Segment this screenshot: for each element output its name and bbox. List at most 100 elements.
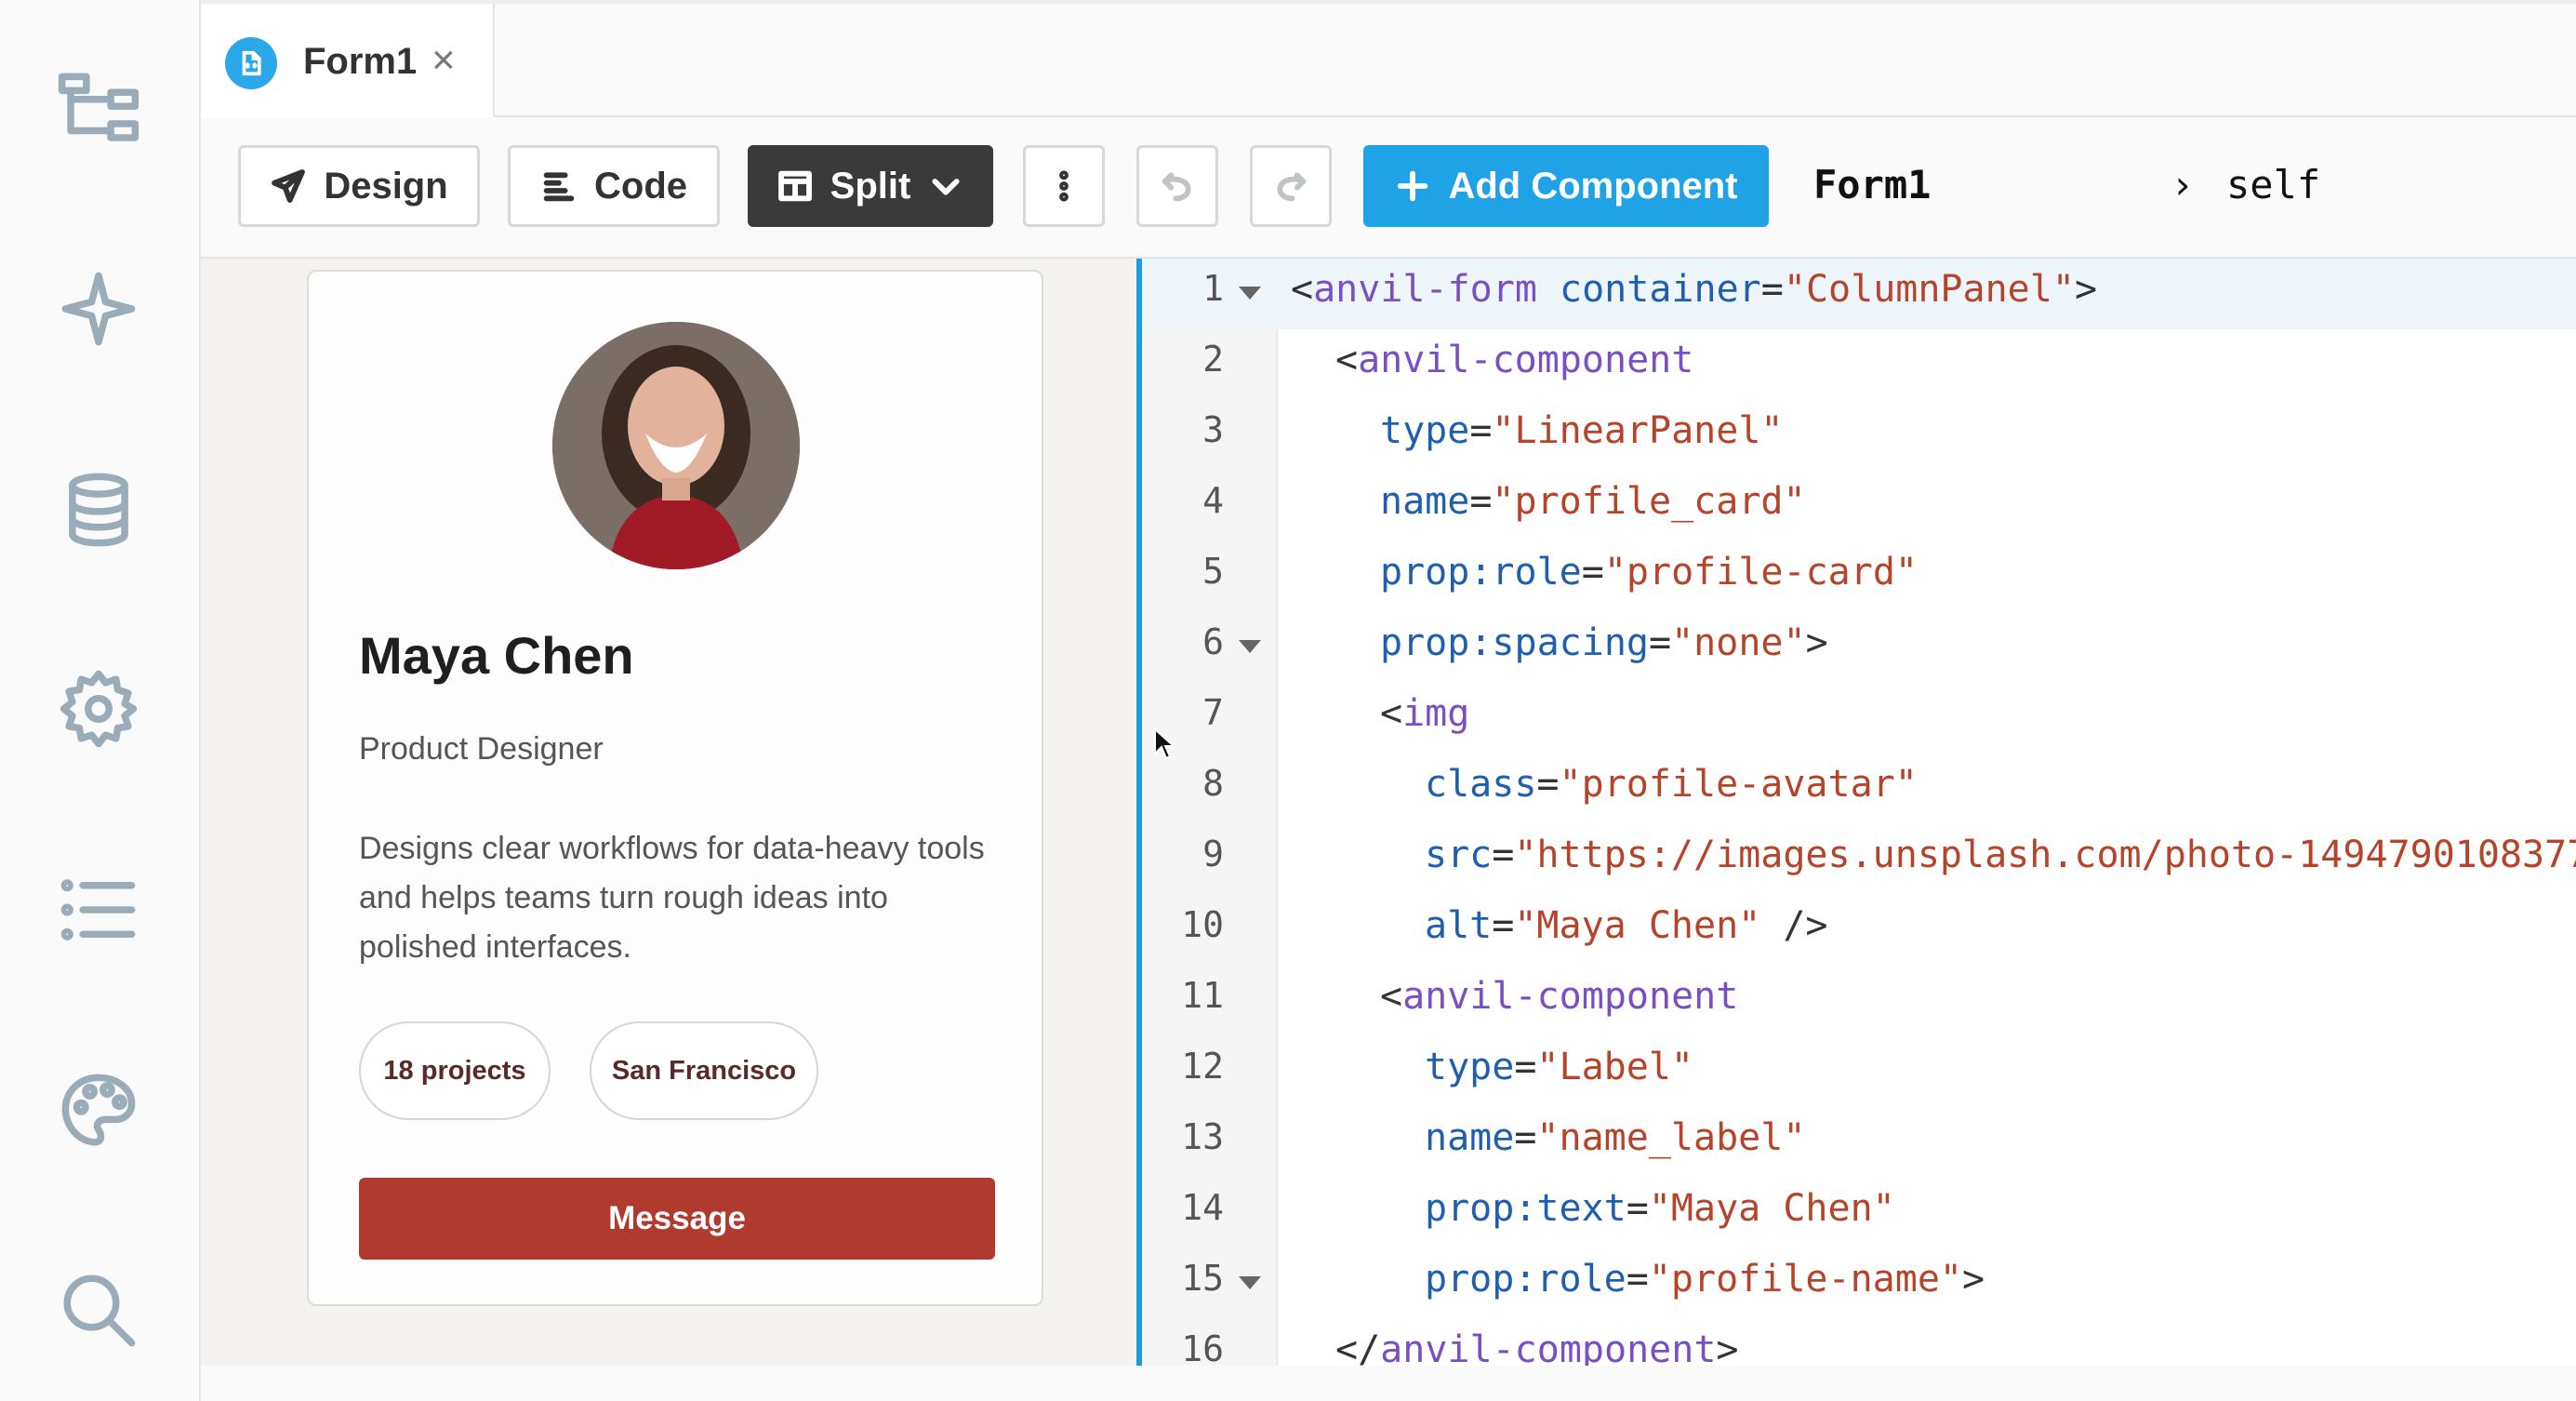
code-text: </anvil-component> xyxy=(1335,1328,1739,1366)
code-text: prop:role="profile-name"> xyxy=(1425,1258,1985,1301)
code-text: <anvil-form container="ColumnPanel"> xyxy=(1291,268,2097,311)
code-token: = xyxy=(1514,1046,1537,1088)
code-line[interactable]: 9 src="https://images.unsplash.com/photo-… xyxy=(1142,824,2576,895)
profile-avatar[interactable] xyxy=(552,322,800,569)
add-component-button[interactable]: Add Component xyxy=(1363,145,1769,227)
code-line[interactable]: 8 class="profile-avatar" xyxy=(1142,754,2576,824)
profile-card[interactable]: Maya Chen Product Designer Designs clear… xyxy=(307,270,1043,1306)
line-number: 8 xyxy=(1202,763,1224,804)
code-line[interactable]: 14 prop:text="Maya Chen" xyxy=(1142,1178,2576,1248)
line-number: 14 xyxy=(1181,1187,1224,1228)
code-token: name xyxy=(1425,1116,1515,1159)
redo-icon xyxy=(1277,172,1307,202)
code-text: type="LinearPanel" xyxy=(1380,409,1784,452)
code-editor[interactable]: 1 <anvil-form container="ColumnPanel"> 2 <a… xyxy=(1142,259,2576,1366)
code-token: < xyxy=(1291,268,1314,311)
breadcrumb-self[interactable]: self xyxy=(2226,162,2320,207)
breadcrumb-form[interactable]: Form1 xyxy=(1813,162,1931,207)
code-token: </ xyxy=(1335,1328,1381,1366)
fold-toggle-icon[interactable] xyxy=(1239,640,1261,653)
line-number: 10 xyxy=(1181,904,1224,945)
code-token: < xyxy=(1380,975,1403,1018)
code-token: prop:role xyxy=(1425,1258,1627,1301)
theme-palette-icon[interactable] xyxy=(54,1066,143,1155)
code-token: name xyxy=(1380,480,1470,523)
code-line[interactable]: 2 <anvil-component xyxy=(1142,329,2576,400)
outline-list-icon[interactable] xyxy=(54,865,143,954)
line-number: 13 xyxy=(1181,1116,1224,1157)
projects-pill[interactable]: 18 projects xyxy=(359,1021,551,1120)
fold-toggle-icon[interactable] xyxy=(1239,1276,1261,1289)
code-line[interactable]: 15 prop:role="profile-name"> xyxy=(1142,1248,2576,1319)
code-text: name="profile_card" xyxy=(1380,480,1806,523)
profile-bio: Designs clear workflows for data-heavy t… xyxy=(359,831,985,965)
code-token: = xyxy=(1626,1258,1649,1301)
code-text: <anvil-component xyxy=(1380,975,1738,1018)
settings-gear-icon[interactable] xyxy=(54,664,143,754)
line-number: 12 xyxy=(1181,1046,1224,1087)
code-line[interactable]: 4 name="profile_card" xyxy=(1142,471,2576,541)
code-token: anvil-form xyxy=(1313,268,1537,311)
app-browser-icon[interactable] xyxy=(54,65,143,154)
text-lines-icon xyxy=(543,172,575,202)
code-line[interactable]: 7 <img xyxy=(1142,683,2576,754)
fold-toggle-icon[interactable] xyxy=(1239,287,1261,300)
code-line[interactable]: 3 type="LinearPanel" xyxy=(1142,400,2576,471)
data-tables-icon[interactable] xyxy=(54,465,143,554)
code-token: "profile-avatar" xyxy=(1559,763,1918,806)
code-line[interactable]: 12 type="Label" xyxy=(1142,1036,2576,1107)
code-token: > xyxy=(2074,268,2098,311)
code-token: = xyxy=(1469,480,1493,523)
design-view-button[interactable]: Design xyxy=(238,145,480,227)
code-token: > xyxy=(1962,1258,1985,1301)
paper-plane-icon xyxy=(272,169,306,203)
ai-sparkle-icon[interactable] xyxy=(54,264,143,354)
redo-button[interactable] xyxy=(1250,145,1332,227)
code-line[interactable]: 11 <anvil-component xyxy=(1142,966,2576,1036)
code-line[interactable]: 1 <anvil-form container="ColumnPanel"> xyxy=(1142,259,2576,329)
profile-name: Maya Chen xyxy=(359,626,634,685)
code-token: = xyxy=(1626,1187,1649,1230)
undo-button[interactable] xyxy=(1136,145,1218,227)
line-number: 15 xyxy=(1181,1258,1224,1299)
message-button[interactable]: Message xyxy=(359,1178,995,1260)
code-token: > xyxy=(1805,621,1828,664)
editor-toolbar: Design Code Split Add Component Form1 › … xyxy=(201,117,2576,259)
more-vertical-icon xyxy=(1059,170,1069,202)
line-number: 16 xyxy=(1181,1328,1224,1366)
code-token: type xyxy=(1425,1046,1515,1088)
code-line[interactable]: 6 prop:spacing="none"> xyxy=(1142,612,2576,683)
code-token: "profile-name" xyxy=(1648,1258,1962,1301)
code-view-button[interactable]: Code xyxy=(508,145,720,227)
tab-strip: Form1 × xyxy=(201,0,2576,119)
code-line[interactable]: 10 alt="Maya Chen" /> xyxy=(1142,895,2576,966)
code-token: = xyxy=(1536,763,1560,806)
avatar-photo xyxy=(552,322,800,569)
code-token: anvil-component xyxy=(1380,1328,1717,1366)
code-line[interactable]: 5 prop:role="profile-card" xyxy=(1142,541,2576,612)
code-token: = xyxy=(1648,621,1672,664)
code-token: > xyxy=(1716,1328,1739,1366)
code-line[interactable]: 13 name="name_label" xyxy=(1142,1107,2576,1178)
line-number: 9 xyxy=(1202,834,1224,874)
code-token: = xyxy=(1514,1116,1537,1159)
code-token: anvil-component xyxy=(1402,975,1739,1018)
code-line[interactable]: 16 </anvil-component> xyxy=(1142,1319,2576,1366)
tab-form1[interactable]: Form1 × xyxy=(201,4,495,119)
code-token: "profile_card" xyxy=(1492,480,1806,523)
close-tab-icon[interactable]: × xyxy=(432,37,456,84)
more-options-button[interactable] xyxy=(1023,145,1105,227)
split-view-button[interactable]: Split xyxy=(748,145,993,227)
plus-icon xyxy=(1398,170,1428,202)
code-token: "https://images.unsplash.com/photo-14947… xyxy=(1514,834,2576,876)
code-text: name="name_label" xyxy=(1425,1116,1805,1159)
design-canvas: Maya Chen Product Designer Designs clear… xyxy=(201,259,1140,1401)
code-label: Code xyxy=(594,165,687,207)
code-text: <img xyxy=(1380,692,1469,735)
location-pill[interactable]: San Francisco xyxy=(590,1021,818,1120)
line-number: 6 xyxy=(1202,621,1224,662)
breadcrumb-separator: › xyxy=(2171,162,2195,207)
search-icon[interactable] xyxy=(54,1265,143,1354)
line-number: 4 xyxy=(1202,480,1224,521)
